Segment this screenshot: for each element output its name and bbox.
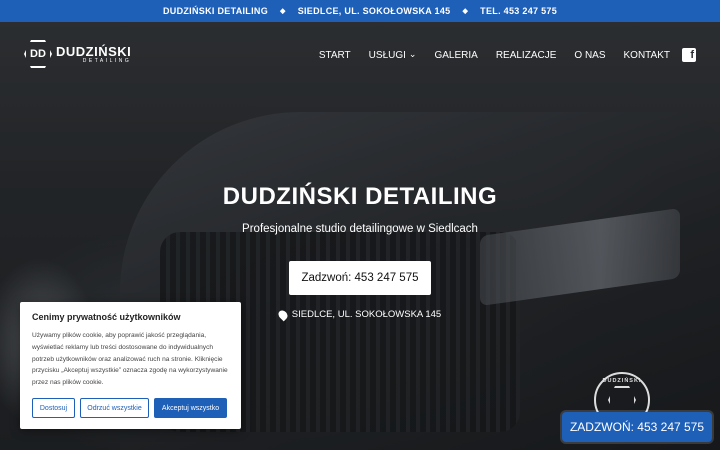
cookie-reject-button[interactable]: Odrzuć wszystkie (80, 398, 149, 418)
chevron-down-icon: ⌄ (408, 49, 417, 59)
hero-content: DUDZIŃSKI DETAILING Profesjonalne studio… (0, 183, 720, 235)
call-button[interactable]: Zadzwoń: 453 247 575 (289, 261, 431, 295)
floating-call-button[interactable]: ZADZWOŃ: 453 247 575 (562, 412, 712, 442)
cookie-customize-button[interactable]: Dostosuj (32, 398, 75, 418)
hero-address-text: SIEDLCE, UL. SOKOŁOWSKA 145 (291, 309, 442, 320)
hero-subtitle: Profesjonalne studio detailingowe w Sied… (242, 223, 478, 235)
diamond-separator-icon: ◆ (462, 8, 469, 15)
badge-hex-icon (608, 386, 636, 414)
site-header: DD DUDZIŃSKI DETAILING START USŁUGI ⌄ GAL… (0, 22, 720, 94)
diamond-separator-icon: ◆ (280, 8, 286, 15)
cookie-accept-button[interactable]: Akceptuj wszystko (154, 398, 227, 418)
topbar-phone[interactable]: TEL. 453 247 575 (480, 6, 557, 16)
badge-text: DUDZIŃSKI (602, 378, 642, 384)
logo-mark-icon: DD (24, 40, 52, 68)
main-nav: START USŁUGI ⌄ GALERIA REALIZACJE O NAS K… (319, 49, 670, 62)
nav-item-galeria[interactable]: GALERIA (434, 50, 477, 61)
logo-text: DUDZIŃSKI DETAILING (56, 45, 131, 64)
hero-title: DUDZIŃSKI DETAILING (222, 183, 498, 210)
topbar-company: DUDZIŃSKI DETAILING (162, 6, 268, 16)
nav-item-realizacje[interactable]: REALIZACJE (496, 50, 557, 61)
site-logo[interactable]: DD DUDZIŃSKI DETAILING (24, 40, 131, 68)
cookie-buttons: Dostosuj Odrzuć wszystkie Akceptuj wszys… (32, 398, 227, 418)
topbar-address: SIEDLCE, UL. SOKOŁOWSKA 145 (297, 6, 451, 16)
nav-item-o-nas[interactable]: O NAS (574, 50, 605, 61)
logo-brand: DUDZIŃSKI (56, 43, 132, 59)
cookie-consent-dialog: Cenimy prywatność użytkowników Używamy p… (20, 302, 241, 429)
nav-item-uslugi[interactable]: USŁUGI ⌄ (369, 49, 417, 62)
nav-item-start[interactable]: START (319, 50, 351, 61)
top-info-bar: DUDZIŃSKI DETAILING ◆ SIEDLCE, UL. SOKOŁ… (0, 0, 720, 22)
nav-item-kontakt[interactable]: KONTAKT (624, 50, 670, 61)
map-pin-icon (276, 308, 290, 321)
cookie-body: Używamy plików cookie, aby poprawić jako… (32, 332, 228, 387)
facebook-icon[interactable]: f (682, 48, 696, 62)
cookie-title: Cenimy prywatność użytkowników (32, 312, 181, 322)
